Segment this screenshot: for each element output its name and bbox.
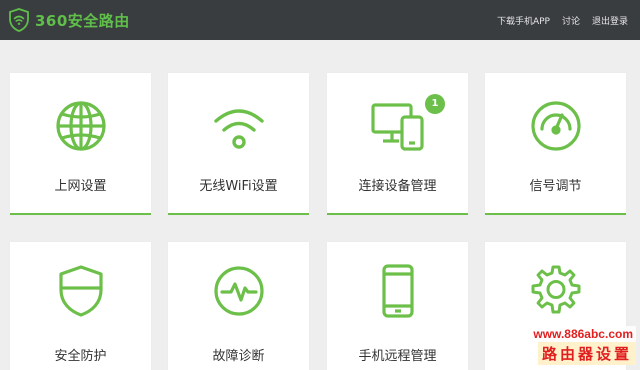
tile-label: 信号调节 — [529, 179, 582, 194]
tile-label: 故障诊断 — [212, 349, 265, 364]
devices-icon — [370, 103, 424, 151]
tile-label: 连接设备管理 — [358, 179, 437, 194]
discuss-link[interactable]: 讨论 — [562, 14, 580, 27]
wifi-icon — [213, 109, 264, 149]
active-underline — [485, 213, 626, 215]
watermark-title: 路由器设置 — [537, 342, 636, 365]
brand-name: 360安全路由 — [35, 11, 130, 30]
active-underline — [168, 213, 309, 215]
tile-device-management[interactable]: 1 连接设备管理 — [327, 73, 468, 215]
device-count-badge: 1 — [425, 94, 445, 114]
top-bar: 360安全路由 下载手机APP 讨论 退出登录 — [0, 0, 640, 40]
tile-fault-diagnosis[interactable]: 故障诊断 — [168, 242, 309, 370]
tile-label: 上网设置 — [54, 179, 107, 194]
settings-gear-icon — [531, 265, 580, 314]
active-underline — [327, 213, 468, 215]
active-underline — [10, 213, 151, 215]
tile-label: 无线WiFi设置 — [199, 179, 278, 194]
globe-icon — [55, 101, 106, 151]
tile-label: 手机远程管理 — [358, 349, 437, 364]
tile-remote-management[interactable]: 手机远程管理 — [327, 242, 468, 370]
tile-internet-settings[interactable]: 上网设置 — [10, 73, 151, 215]
tile-signal-adjust[interactable]: 信号调节 — [485, 73, 626, 215]
tile-security-protection[interactable]: 安全防护 — [10, 242, 151, 370]
shield-wifi-logo-icon — [9, 8, 29, 32]
tile-label: 安全防护 — [54, 349, 107, 364]
shield-icon — [58, 265, 103, 317]
brand-logo[interactable]: 360安全路由 — [8, 7, 130, 33]
watermark-url: www.886abc.com — [530, 326, 636, 342]
phone-icon — [381, 264, 414, 318]
tile-wifi-settings[interactable]: 无线WiFi设置 — [168, 73, 309, 215]
signal-gauge-icon — [530, 101, 581, 151]
logout-link[interactable]: 退出登录 — [592, 14, 628, 27]
top-nav: 下载手机APP 讨论 退出登录 — [497, 0, 628, 40]
diagnosis-pulse-icon — [213, 266, 264, 316]
download-app-link[interactable]: 下载手机APP — [497, 14, 550, 27]
